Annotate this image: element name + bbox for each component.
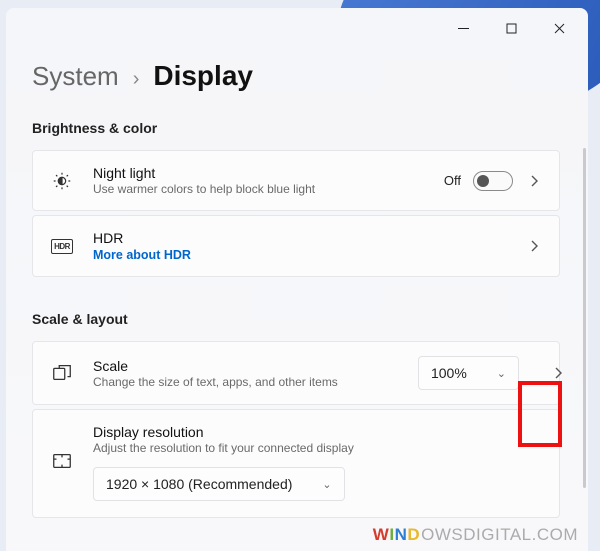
night-light-title: Night light [93, 165, 426, 181]
night-light-toggle[interactable] [473, 171, 513, 191]
resolution-value: 1920 × 1080 (Recommended) [106, 476, 292, 492]
night-light-state: Off [444, 173, 461, 188]
close-button[interactable] [536, 12, 582, 44]
chevron-down-icon: ⌄ [497, 367, 506, 380]
scale-title: Scale [93, 358, 400, 374]
night-light-icon [49, 168, 75, 194]
minimize-button[interactable] [440, 12, 486, 44]
scale-row[interactable]: Scale Change the size of text, apps, and… [32, 341, 560, 405]
maximize-button[interactable] [488, 12, 534, 44]
hdr-title: HDR [93, 230, 507, 246]
resolution-title: Display resolution [93, 424, 543, 440]
scale-subtitle: Change the size of text, apps, and other… [93, 375, 400, 389]
resolution-row[interactable]: Display resolution Adjust the resolution… [32, 409, 560, 518]
scale-icon [49, 360, 75, 386]
hdr-row[interactable]: HDR HDR More about HDR [32, 215, 560, 277]
scrollbar[interactable] [583, 148, 586, 488]
section-brightness-title: Brightness & color [32, 120, 560, 136]
chevron-down-icon: ⌄ [322, 478, 331, 491]
night-light-row[interactable]: Night light Use warmer colors to help bl… [32, 150, 560, 211]
scale-value: 100% [431, 365, 467, 381]
breadcrumb-parent[interactable]: System [32, 61, 119, 92]
resolution-select[interactable]: 1920 × 1080 (Recommended) ⌄ [93, 467, 345, 501]
chevron-right-icon[interactable] [525, 172, 543, 190]
section-scale-title: Scale & layout [32, 311, 560, 327]
titlebar [6, 8, 588, 48]
resolution-subtitle: Adjust the resolution to fit your connec… [93, 441, 543, 455]
night-light-subtitle: Use warmer colors to help block blue lig… [93, 182, 426, 196]
settings-window: System › Display Brightness & color Nigh… [6, 8, 588, 551]
breadcrumb: System › Display [32, 60, 560, 92]
scale-advanced-chevron[interactable] [549, 364, 567, 382]
hdr-icon: HDR [49, 233, 75, 259]
scale-select[interactable]: 100% ⌄ [418, 356, 519, 390]
chevron-right-icon: › [133, 68, 140, 91]
resolution-icon [49, 448, 75, 474]
hdr-link[interactable]: More about HDR [93, 248, 507, 262]
chevron-right-icon[interactable] [525, 237, 543, 255]
page-title: Display [153, 60, 253, 92]
